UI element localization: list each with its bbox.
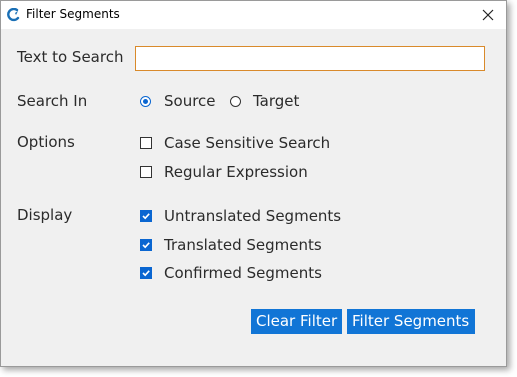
app-logo-icon: [7, 7, 21, 22]
search-in-label: Search In: [17, 92, 88, 110]
checkbox-regular-expression[interactable]: Regular Expression: [140, 163, 308, 181]
confirmed-label: Confirmed Segments: [164, 264, 322, 282]
untranslated-label: Untranslated Segments: [164, 207, 342, 225]
translated-label: Translated Segments: [164, 236, 322, 254]
translated-checkbox[interactable]: [140, 239, 152, 251]
case-sensitive-label: Case Sensitive Search: [164, 134, 331, 152]
checkbox-case-sensitive[interactable]: Case Sensitive Search: [140, 134, 330, 152]
regular-expression-label: Regular Expression: [164, 163, 308, 181]
checkbox-confirmed[interactable]: Confirmed Segments: [140, 264, 322, 282]
close-button[interactable]: [478, 5, 498, 25]
radio-target[interactable]: Target: [230, 92, 299, 110]
radio-target-button[interactable]: [230, 95, 241, 107]
close-icon: [482, 6, 494, 25]
clear-filter-button[interactable]: Clear Filter: [251, 309, 342, 334]
untranslated-checkbox[interactable]: [140, 210, 152, 222]
search-text-input[interactable]: [135, 46, 485, 71]
checkbox-translated[interactable]: Translated Segments: [140, 236, 322, 254]
checkmark-icon: [142, 213, 150, 220]
radio-source-label: Source: [164, 92, 216, 110]
case-sensitive-checkbox[interactable]: [140, 137, 152, 149]
radio-source-button[interactable]: [140, 95, 151, 107]
filter-segments-dialog: Filter Segments Text to Search Search In…: [0, 0, 507, 367]
radio-source[interactable]: Source: [140, 92, 216, 110]
options-label: Options: [17, 133, 75, 151]
filter-segments-button[interactable]: Filter Segments: [347, 309, 475, 334]
checkmark-icon: [142, 270, 150, 277]
radio-target-label: Target: [253, 92, 300, 110]
display-label: Display: [17, 206, 73, 224]
checkbox-untranslated[interactable]: Untranslated Segments: [140, 207, 341, 225]
regular-expression-checkbox[interactable]: [140, 166, 152, 178]
title-bar: Filter Segments: [1, 1, 506, 29]
checkmark-icon: [142, 242, 150, 249]
window-title: Filter Segments: [26, 7, 120, 21]
confirmed-checkbox[interactable]: [140, 267, 152, 279]
text-to-search-label: Text to Search: [17, 48, 124, 66]
